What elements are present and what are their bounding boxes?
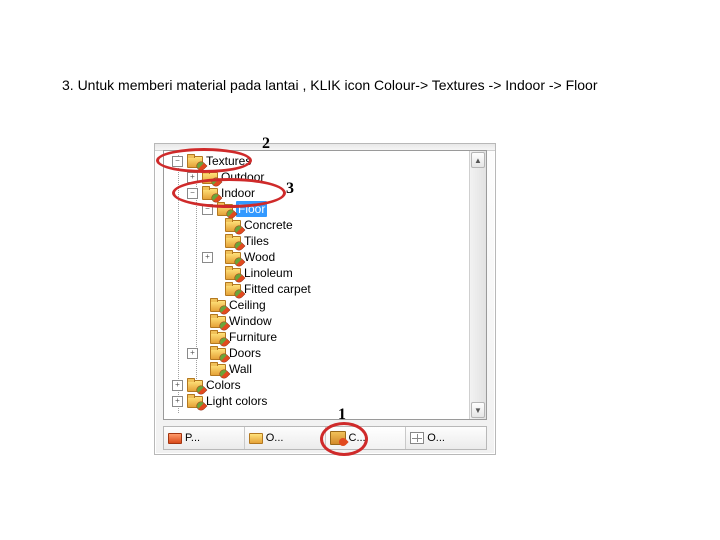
expand-icon[interactable]: + — [187, 172, 198, 183]
tree[interactable]: − Textures + Outdoor − Indoor − — [164, 151, 486, 411]
tab-label: C... — [349, 432, 366, 444]
instruction-text: 3. Untuk memberi material pada lantai , … — [62, 76, 652, 96]
tree-item-doors[interactable]: + Doors — [172, 345, 486, 361]
tab-label: O... — [427, 432, 445, 444]
tree-item-light-colors[interactable]: + Light colors — [172, 393, 486, 409]
expand-icon[interactable]: + — [202, 252, 213, 263]
tree-item-ceiling[interactable]: Ceiling — [172, 297, 486, 313]
tree-label: Wood — [244, 249, 275, 265]
tree-label: Ceiling — [229, 297, 266, 313]
tab-o[interactable]: O... — [245, 427, 326, 449]
folder-icon — [210, 346, 226, 360]
collapse-icon[interactable]: − — [172, 156, 183, 167]
expand-icon[interactable]: + — [172, 396, 183, 407]
tree-item-colors[interactable]: + Colors — [172, 377, 486, 393]
tree-area: − Textures + Outdoor − Indoor − — [163, 150, 487, 420]
tree-label: Textures — [206, 153, 251, 169]
tree-item-concrete[interactable]: Concrete — [172, 217, 486, 233]
collapse-icon[interactable]: − — [202, 204, 213, 215]
tree-label: Outdoor — [221, 169, 264, 185]
annotation-number-3: 3 — [286, 180, 294, 198]
tab-label: O... — [266, 432, 284, 444]
tab-p[interactable]: P... — [164, 427, 245, 449]
tab-o2[interactable]: O... — [406, 427, 486, 449]
textures-panel: − Textures + Outdoor − Indoor − — [154, 143, 496, 455]
tree-label: Wall — [229, 361, 252, 377]
tree-item-furniture[interactable]: Furniture — [172, 329, 486, 345]
tree-item-fitted-carpet[interactable]: Fitted carpet — [172, 281, 486, 297]
tree-label-selected: Floor — [236, 201, 267, 217]
folder-icon — [210, 314, 226, 328]
folder-icon — [217, 202, 233, 216]
tree-label: Colors — [206, 377, 241, 393]
expand-icon[interactable]: + — [187, 348, 198, 359]
folder-icon — [187, 154, 203, 168]
tree-label: Doors — [229, 345, 261, 361]
folder-icon — [202, 186, 218, 200]
folder-icon — [225, 266, 241, 280]
folder-icon — [225, 282, 241, 296]
tree-item-linoleum[interactable]: Linoleum — [172, 265, 486, 281]
annotation-number-1: 1 — [338, 406, 346, 424]
tree-item-window[interactable]: Window — [172, 313, 486, 329]
tree-label: Furniture — [229, 329, 277, 345]
folder-icon — [210, 298, 226, 312]
folder-icon — [210, 362, 226, 376]
expand-icon[interactable]: + — [172, 380, 183, 391]
folder-icon — [202, 170, 218, 184]
tree-label: Tiles — [244, 233, 269, 249]
tree-label: Window — [229, 313, 272, 329]
tree-label: Light colors — [206, 393, 267, 409]
folder-icon — [225, 218, 241, 232]
folder-icon — [210, 330, 226, 344]
tree-item-outdoor[interactable]: + Outdoor — [172, 169, 486, 185]
tree-item-wood[interactable]: + Wood — [172, 249, 486, 265]
scroll-up-button[interactable]: ▲ — [471, 152, 485, 168]
tree-item-textures[interactable]: − Textures — [172, 153, 486, 169]
tree-item-tiles[interactable]: Tiles — [172, 233, 486, 249]
tree-item-wall[interactable]: Wall — [172, 361, 486, 377]
tab-c-colour[interactable]: C... — [326, 427, 407, 449]
tab-strip: P... O... C... O... — [163, 426, 487, 450]
tree-label: Indoor — [221, 185, 255, 201]
collapse-icon[interactable]: − — [187, 188, 198, 199]
folder-icon — [187, 394, 203, 408]
scrollbar[interactable]: ▲ ▼ — [469, 151, 486, 419]
annotation-number-2: 2 — [262, 135, 270, 153]
tree-item-indoor[interactable]: − Indoor — [172, 185, 486, 201]
tree-label: Fitted carpet — [244, 281, 311, 297]
texture-icon — [330, 431, 346, 445]
folder-icon — [225, 234, 241, 248]
scroll-down-button[interactable]: ▼ — [471, 402, 485, 418]
tree-label: Linoleum — [244, 265, 293, 281]
folder-red-icon — [168, 432, 182, 444]
tab-label: P... — [185, 432, 200, 444]
grid-icon — [410, 432, 424, 444]
tree-item-floor[interactable]: − Floor — [172, 201, 486, 217]
folder-icon — [187, 378, 203, 392]
tree-label: Concrete — [244, 217, 293, 233]
folder-icon — [225, 250, 241, 264]
folder-yellow-icon — [249, 432, 263, 444]
